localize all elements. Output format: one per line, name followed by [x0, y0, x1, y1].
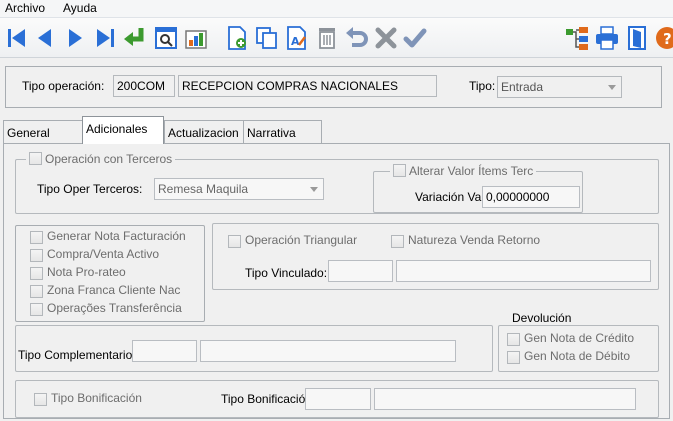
- tipo-bonificacion-code-field[interactable]: [305, 388, 371, 410]
- chevron-down-icon: [310, 187, 318, 192]
- generar-nota-label: Generar Nota Facturación: [47, 229, 186, 243]
- natureza-venda-label: Natureza Venda Retorno: [408, 233, 541, 247]
- operacion-terceros-text: Operación con Terceros: [45, 152, 173, 166]
- operacoes-transferencia-label: Operações Transferência: [47, 301, 182, 315]
- tab-general[interactable]: General: [3, 120, 83, 144]
- chart-icon[interactable]: [181, 23, 211, 53]
- menu-bar: Archivo Ayuda: [0, 0, 673, 18]
- alterar-valor-checkbox[interactable]: [393, 164, 406, 177]
- cancel-icon[interactable]: [371, 23, 401, 53]
- tipo-operacion-code-field[interactable]: 200COM: [113, 75, 175, 97]
- svg-text:A: A: [291, 35, 300, 48]
- variacion-field[interactable]: 0,00000000: [482, 186, 580, 208]
- alterar-valor-text: Alterar Valor Ítems Terc: [409, 164, 534, 178]
- operacion-terceros-title: Operación con Terceros: [26, 152, 176, 166]
- nota-prorateo-label: Nota Pro-rateo: [47, 265, 126, 279]
- search-window-icon[interactable]: [151, 23, 181, 53]
- tipo-select[interactable]: Entrada: [497, 76, 622, 98]
- zona-franca-label: Zona Franca Cliente Nac: [47, 283, 181, 297]
- edit-document-icon[interactable]: A: [282, 23, 312, 53]
- operacoes-transferencia-checkbox[interactable]: [30, 303, 43, 316]
- next-record-icon[interactable]: [60, 23, 90, 53]
- devolucion-title: Devolución: [509, 311, 575, 325]
- tipo-bonificacion-check-label: Tipo Bonificación: [51, 391, 142, 405]
- operacion-triangular-label: Operación Triangular: [245, 233, 358, 247]
- operacion-triangular-checkbox[interactable]: [228, 235, 241, 248]
- gen-nota-debito-label: Gen Nota de Débito: [524, 349, 631, 363]
- exit-door-icon[interactable]: [622, 23, 652, 53]
- tipo-bonificacion-desc-field[interactable]: [374, 388, 636, 410]
- tipo-complementario-code-field[interactable]: [132, 340, 197, 362]
- tipo-bonificacion-label: Tipo Bonificació: [221, 392, 306, 406]
- tipo-oper-terceros-value: Remesa Maquila: [158, 182, 249, 196]
- tipo-vinculado-label: Tipo Vinculado:: [245, 266, 328, 280]
- operacion-terceros-checkbox[interactable]: [29, 152, 42, 165]
- tipo-vinculado-code-field[interactable]: [328, 260, 393, 282]
- toolbar: A ?: [0, 18, 673, 58]
- tipo-complementario-desc-field[interactable]: [200, 340, 456, 362]
- menu-ayuda[interactable]: Ayuda: [61, 1, 99, 15]
- svg-text:?: ?: [663, 30, 672, 48]
- copy-icon[interactable]: [252, 23, 282, 53]
- alterar-valor-title: Alterar Valor Ítems Terc: [390, 164, 537, 178]
- gen-nota-credito-checkbox[interactable]: [507, 333, 520, 346]
- gen-nota-debito-checkbox[interactable]: [507, 351, 520, 364]
- compra-venta-checkbox[interactable]: [30, 249, 43, 262]
- tipo-oper-terceros-label: Tipo Oper Terceros:: [37, 182, 143, 196]
- compra-venta-label: Compra/Venta Activo: [47, 247, 160, 261]
- help-icon[interactable]: ?: [651, 23, 673, 53]
- last-record-icon[interactable]: [90, 23, 120, 53]
- tree-icon[interactable]: [562, 23, 592, 53]
- natureza-venda-checkbox[interactable]: [391, 235, 404, 248]
- tab-adicionales[interactable]: Adicionales: [82, 116, 164, 144]
- delete-icon[interactable]: [312, 23, 342, 53]
- variacion-label: Variación Val: [415, 190, 484, 204]
- undo-icon[interactable]: [342, 23, 372, 53]
- gen-nota-credito-label: Gen Nota de Crédito: [524, 331, 635, 345]
- zona-franca-checkbox[interactable]: [30, 285, 43, 298]
- tipo-operacion-desc-field[interactable]: RECEPCION COMPRAS NACIONALES: [178, 75, 437, 97]
- tab-actualizacion[interactable]: Actualizacion: [164, 120, 244, 144]
- tipo-bonificacion-checkbox[interactable]: [34, 393, 47, 406]
- confirm-icon[interactable]: [400, 23, 430, 53]
- enter-icon[interactable]: [120, 23, 150, 53]
- print-icon[interactable]: [592, 23, 622, 53]
- tipo-complementario-label: Tipo Complementario:: [18, 348, 136, 362]
- tipo-vinculado-desc-field[interactable]: [396, 260, 651, 282]
- tab-content-panel: Operación con Terceros Tipo Oper Tercero…: [3, 143, 670, 419]
- menu-archivo[interactable]: Archivo: [3, 1, 47, 15]
- first-record-icon[interactable]: [2, 23, 32, 53]
- tipo-oper-terceros-select[interactable]: Remesa Maquila: [154, 178, 324, 200]
- nota-prorateo-checkbox[interactable]: [30, 267, 43, 280]
- previous-record-icon[interactable]: [30, 23, 60, 53]
- tipo-select-value: Entrada: [501, 80, 544, 94]
- new-document-icon[interactable]: [222, 23, 252, 53]
- tab-narrativa[interactable]: Narrativa: [243, 120, 322, 144]
- generar-nota-checkbox[interactable]: [30, 231, 43, 244]
- tipo-operacion-label: Tipo operación:: [22, 79, 105, 93]
- chevron-down-icon: [608, 85, 616, 90]
- tipo-label: Tipo:: [469, 79, 496, 93]
